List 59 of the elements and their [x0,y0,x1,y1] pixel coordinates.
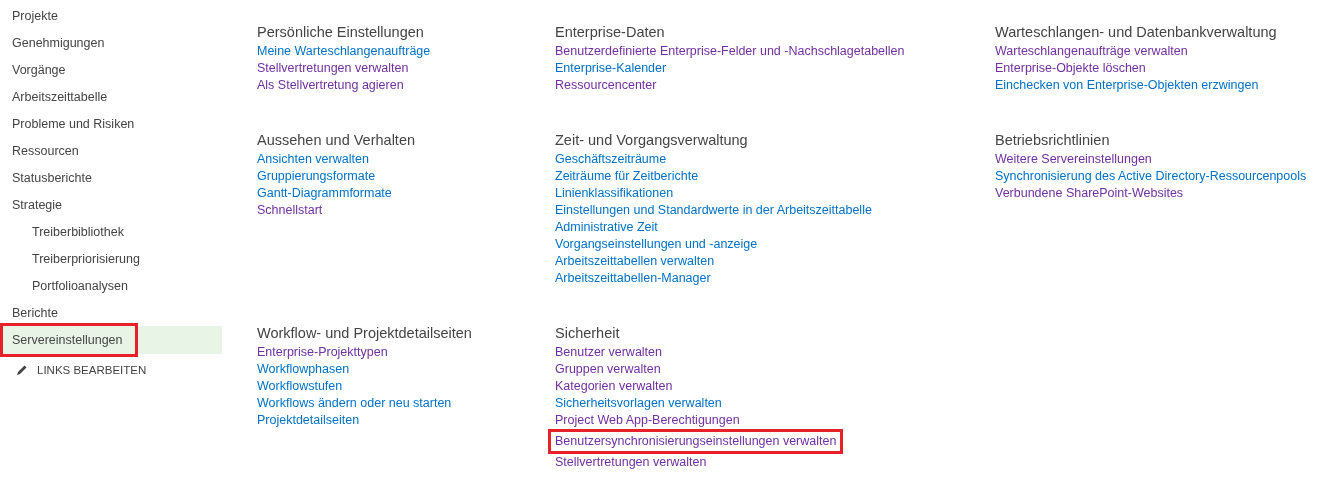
settings-link[interactable]: Ressourcencenter [555,77,657,94]
settings-link[interactable]: Stellvertretungen verwalten [555,454,707,471]
settings-link[interactable]: Vorgangseinstellungen und -anzeige [555,236,758,253]
nav-item[interactable]: Statusberichte [0,164,107,191]
settings-link[interactable]: Gruppen verwalten [555,361,661,378]
nav-item[interactable]: Probleme und Risiken [0,110,150,137]
section-heading: Persönliche Einstellungen [257,23,424,42]
settings-link[interactable]: Stellvertretungen verwalten [257,60,409,77]
settings-link[interactable]: Workflows ändern oder neu starten [257,395,452,412]
settings-link[interactable]: Administrative Zeit [555,219,658,236]
settings-link[interactable]: Kategorien verwalten [555,378,673,395]
settings-link[interactable]: Enterprise-Kalender [555,60,667,77]
settings-link[interactable]: Sicherheitsvorlagen verwalten [555,395,722,412]
edit-links-link[interactable]: LINKS BEARBEITEN [16,364,147,376]
section-heading: Aussehen und Verhalten [257,131,415,150]
section-heading: Workflow- und Projektdetailseiten [257,324,472,343]
section-heading: Sicherheit [555,324,620,343]
settings-link[interactable]: Workflowstufen [257,378,343,395]
nav-subitem[interactable]: Portfolioanalysen [0,272,143,299]
nav-item[interactable]: Arbeitszeittabelle [0,83,123,110]
nav-item[interactable]: Projekte [0,2,73,29]
settings-link[interactable]: Enterprise-Projekttypen [257,344,388,361]
settings-link[interactable]: Benutzer verwalten [555,344,662,361]
nav-subitem[interactable]: Treiberpriorisierung [0,245,155,272]
settings-link[interactable]: Project Web App-Berechtigungen [555,412,740,429]
settings-link[interactable]: Synchronisierung des Active Directory-Ressourcenpools [995,168,1307,185]
settings-link[interactable]: Ansichten verwalten [257,151,369,168]
settings-link[interactable]: Verbundene SharePoint-Websites [995,185,1184,202]
section-heading: Warteschlangen- und Datenbankverwaltung [995,23,1277,42]
nav-item[interactable]: Strategie [0,191,78,218]
settings-link[interactable]: Meine Warteschlangenaufträge [257,43,431,60]
nav-subitem[interactable]: Treiberbibliothek [0,218,139,245]
nav-item[interactable]: Berichte [0,299,73,326]
nav-item[interactable]: Vorgänge [0,56,81,83]
nav-item[interactable]: Servereinstellungen [0,323,138,357]
settings-link[interactable]: Benutzerdefinierte Enterprise-Felder und -Nachschlagetabellen [555,43,905,60]
settings-link[interactable]: Gantt-Diagrammformate [257,185,392,202]
section-heading: Betriebsrichtlinien [995,131,1110,150]
section-heading: Enterprise-Daten [555,23,665,42]
settings-link[interactable]: Gruppierungsformate [257,168,376,185]
settings-link[interactable]: Enterprise-Objekte löschen [995,60,1146,77]
settings-link[interactable]: Workflowphasen [257,361,350,378]
section-heading: Zeit- und Vorgangsverwaltung [555,131,748,150]
settings-link[interactable]: Benutzersynchronisierungseinstellungen verwalten [548,429,844,454]
pencil-icon [16,364,28,376]
nav-item[interactable]: Genehmigungen [0,29,120,56]
settings-link[interactable]: Einstellungen und Standardwerte in der Arbeitszeittabelle [555,202,872,219]
settings-link[interactable]: Projektdetailseiten [257,412,360,429]
settings-link[interactable]: Zeiträume für Zeitberichte [555,168,699,185]
settings-link[interactable]: Arbeitszeittabellen-Manager [555,270,711,287]
settings-link[interactable]: Linienklassifikationen [555,185,674,202]
settings-link[interactable]: Einchecken von Enterprise-Objekten erzwingen [995,77,1259,94]
settings-link[interactable]: Als Stellvertretung agieren [257,77,404,94]
settings-link[interactable]: Warteschlangenaufträge verwalten [995,43,1188,60]
settings-link[interactable]: Geschäftszeiträume [555,151,667,168]
settings-link[interactable]: Schnellstart [257,202,323,219]
settings-link[interactable]: Weitere Servereinstellungen [995,151,1152,168]
settings-link[interactable]: Arbeitszeittabellen verwalten [555,253,715,270]
nav-item[interactable]: Ressourcen [0,137,94,164]
